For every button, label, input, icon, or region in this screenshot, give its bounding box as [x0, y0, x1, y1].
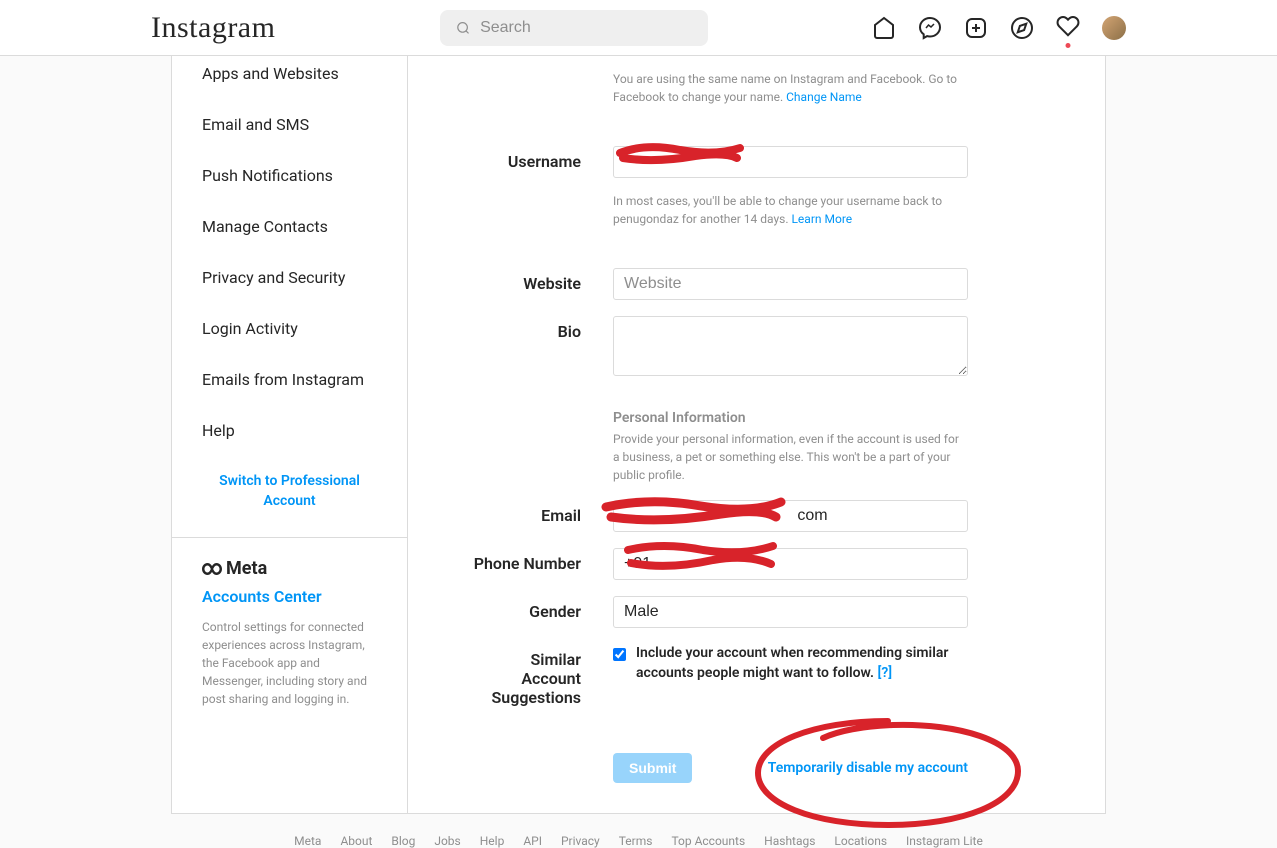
footer-link[interactable]: Terms	[619, 834, 653, 848]
explore-icon[interactable]	[1010, 16, 1034, 40]
instagram-logo[interactable]: Instagram	[151, 11, 275, 45]
settings-sidebar: Apps and Websites Email and SMS Push Not…	[172, 56, 408, 813]
phone-input[interactable]	[613, 548, 968, 580]
sidebar-item-login-activity[interactable]: Login Activity	[172, 303, 407, 354]
sidebar-item-emails-instagram[interactable]: Emails from Instagram	[172, 354, 407, 405]
footer-link[interactable]: Blog	[391, 834, 415, 848]
similar-suggestions-label: Similar Account Suggestions	[468, 644, 613, 707]
page-footer: Meta About Blog Jobs Help API Privacy Te…	[171, 834, 1106, 848]
meta-infinity-icon	[202, 562, 222, 576]
personal-info-description: Provide your personal information, even …	[613, 430, 968, 484]
similar-accounts-checkbox[interactable]	[613, 648, 626, 661]
search-input[interactable]	[480, 19, 692, 37]
gender-label: Gender	[468, 596, 613, 628]
sidebar-item-manage-contacts[interactable]: Manage Contacts	[172, 201, 407, 252]
similar-accounts-checkbox-label: Include your account when recommending s…	[636, 644, 968, 683]
top-navigation: Instagram	[0, 0, 1277, 56]
notification-indicator	[1066, 43, 1071, 48]
footer-link[interactable]: Locations	[834, 834, 887, 848]
username-input[interactable]	[613, 146, 968, 178]
nav-icons	[872, 14, 1126, 42]
accounts-center-link[interactable]: Accounts Center	[202, 587, 377, 606]
settings-container: Apps and Websites Email and SMS Push Not…	[171, 56, 1106, 814]
footer-link[interactable]: Jobs	[434, 834, 460, 848]
username-label: Username	[468, 146, 613, 228]
footer-link[interactable]: Help	[480, 834, 505, 848]
footer-link[interactable]: Hashtags	[764, 834, 815, 848]
footer-link[interactable]: Meta	[294, 834, 321, 848]
footer-link[interactable]: Privacy	[561, 834, 600, 848]
switch-professional-link[interactable]: Switch to Professional Account	[172, 456, 407, 527]
meta-accounts-center-box: Meta Accounts Center Control settings fo…	[172, 537, 407, 728]
sidebar-item-help[interactable]: Help	[172, 405, 407, 456]
username-learn-more-link[interactable]: Learn More	[791, 212, 852, 226]
footer-link[interactable]: Instagram Lite	[906, 834, 983, 848]
sidebar-item-apps-websites[interactable]: Apps and Websites	[172, 56, 407, 99]
email-input[interactable]	[613, 500, 968, 532]
bio-input[interactable]	[613, 316, 968, 376]
similar-accounts-help-link[interactable]: [?]	[878, 665, 893, 681]
sidebar-item-push-notifications[interactable]: Push Notifications	[172, 150, 407, 201]
footer-link[interactable]: Top Accounts	[671, 834, 745, 848]
activity-icon[interactable]	[1056, 14, 1080, 38]
edit-profile-form: You are using the same name on Instagram…	[408, 56, 1105, 813]
footer-link[interactable]: API	[523, 834, 542, 848]
personal-info-heading: Personal Information	[613, 410, 968, 426]
new-post-icon[interactable]	[964, 16, 988, 40]
website-label: Website	[468, 268, 613, 300]
website-input[interactable]	[613, 268, 968, 300]
profile-avatar[interactable]	[1102, 16, 1126, 40]
name-help-text: You are using the same name on Instagram…	[613, 70, 968, 106]
meta-description: Control settings for connected experienc…	[202, 618, 377, 708]
footer-link[interactable]: About	[340, 834, 372, 848]
messenger-icon[interactable]	[918, 16, 942, 40]
search-box[interactable]	[440, 10, 708, 46]
gender-input[interactable]	[613, 596, 968, 628]
temporarily-disable-link[interactable]: Temporarily disable my account	[768, 760, 968, 776]
bio-label: Bio	[468, 316, 613, 380]
change-name-link[interactable]: Change Name	[786, 90, 862, 104]
email-label: Email	[468, 500, 613, 532]
username-help-text: In most cases, you'll be able to change …	[613, 192, 968, 228]
sidebar-item-email-sms[interactable]: Email and SMS	[172, 99, 407, 150]
meta-logo: Meta	[202, 558, 377, 579]
search-icon	[456, 20, 470, 36]
sidebar-item-privacy-security[interactable]: Privacy and Security	[172, 252, 407, 303]
home-icon[interactable]	[872, 16, 896, 40]
meta-brand-text: Meta	[226, 558, 267, 579]
phone-label: Phone Number	[468, 548, 613, 580]
submit-button[interactable]: Submit	[613, 753, 692, 783]
